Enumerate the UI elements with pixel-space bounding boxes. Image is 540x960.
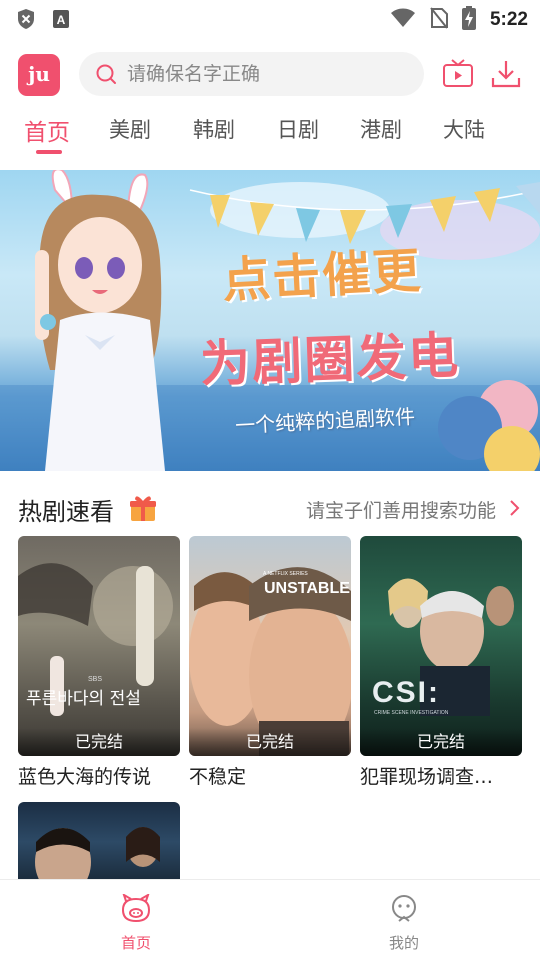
drama-card[interactable]: CSI: CRIME SCENE INVESTIGATION 已完结 犯罪现场调… (360, 536, 522, 789)
tab-hk-drama[interactable]: 港剧 (360, 114, 402, 144)
bottom-navigation: 首页 我的 (0, 879, 540, 960)
status-badge: 已完结 (18, 728, 180, 756)
svg-text:A: A (57, 13, 66, 27)
tab-home[interactable]: 首页 (24, 113, 70, 147)
hot-dramas-header: 热剧速看 请宝子们善用搜索功能 (0, 488, 540, 528)
search-bar[interactable] (79, 52, 424, 96)
drama-card[interactable] (18, 802, 180, 882)
section-title: 热剧速看 (18, 498, 114, 526)
search-input[interactable] (127, 63, 407, 85)
download-icon[interactable] (490, 58, 522, 90)
drama-poster[interactable]: 푸른바다의 전설 SBS 已完结 (18, 536, 180, 756)
poster-artwork (35, 827, 160, 882)
poster-network-text: A NETFLIX SERIES (263, 571, 308, 577)
top-header: ju (0, 46, 540, 102)
tab-k-drama[interactable]: 韩剧 (193, 114, 235, 144)
chevron-right-icon[interactable] (506, 498, 522, 518)
battery-charging-icon (461, 6, 476, 34)
poster-network-text: SBS (88, 676, 103, 683)
gift-icon (128, 493, 158, 523)
shield-icon (16, 8, 36, 34)
no-sim-icon (430, 7, 448, 33)
poster-artwork (189, 567, 351, 756)
poster-tagline-text: CRIME SCENE INVESTIGATION (374, 710, 449, 716)
pig-home-icon (119, 892, 153, 928)
tv-play-icon[interactable] (442, 58, 474, 90)
drama-title[interactable]: 蓝色大海的传说 (18, 762, 180, 789)
nav-profile[interactable]: 我的 (364, 894, 444, 953)
search-tip-link[interactable]: 请宝子们善用搜索功能 (306, 496, 496, 523)
poster-artwork (388, 578, 514, 716)
tab-mainland[interactable]: 大陆 (443, 114, 485, 144)
status-bar: A 5:22 (0, 0, 540, 38)
drama-card[interactable]: A NETFLIX SERIES UNSTABLE 已完结 不稳定 (189, 536, 351, 789)
poster-title-text: 푸른바다의 전설 (26, 689, 141, 709)
app-logo[interactable]: ju (18, 54, 60, 96)
drama-poster[interactable] (18, 802, 180, 882)
drama-title[interactable]: 犯罪现场调查… (360, 762, 522, 789)
status-badge: 已完结 (189, 728, 351, 756)
tab-j-drama[interactable]: 日剧 (277, 114, 319, 144)
wifi-icon (390, 7, 416, 33)
category-tabs: 首页 美剧 韩剧 日剧 港剧 大陆 (0, 110, 540, 162)
drama-card[interactable]: 푸른바다의 전설 SBS 已完结 蓝色大海的传说 (18, 536, 180, 789)
poster-title-text: CSI: (372, 676, 440, 709)
font-app-icon: A (52, 9, 70, 33)
nav-home[interactable]: 首页 (96, 892, 176, 953)
drama-poster[interactable]: CSI: CRIME SCENE INVESTIGATION 已完结 (360, 536, 522, 756)
search-icon (95, 63, 117, 85)
banner-headline: 点击催更 (220, 242, 424, 310)
banner-subheadline: 为剧圈发电 (199, 325, 462, 394)
tab-us-drama[interactable]: 美剧 (109, 114, 151, 144)
poster-artwork (18, 563, 173, 716)
status-badge: 已完结 (360, 728, 522, 756)
promo-banner[interactable]: 点击催更 为剧圈发电 一个纯粹的追剧软件 (0, 170, 540, 471)
drama-poster[interactable]: A NETFLIX SERIES UNSTABLE 已完结 (189, 536, 351, 756)
poster-title-text: UNSTABLE (264, 580, 350, 597)
profile-face-icon (389, 894, 419, 928)
active-tab-indicator (36, 150, 62, 154)
nav-home-label: 首页 (120, 934, 151, 952)
clock-time: 5:22 (489, 9, 528, 30)
drama-title[interactable]: 不稳定 (189, 762, 351, 789)
nav-profile-label: 我的 (388, 934, 419, 952)
